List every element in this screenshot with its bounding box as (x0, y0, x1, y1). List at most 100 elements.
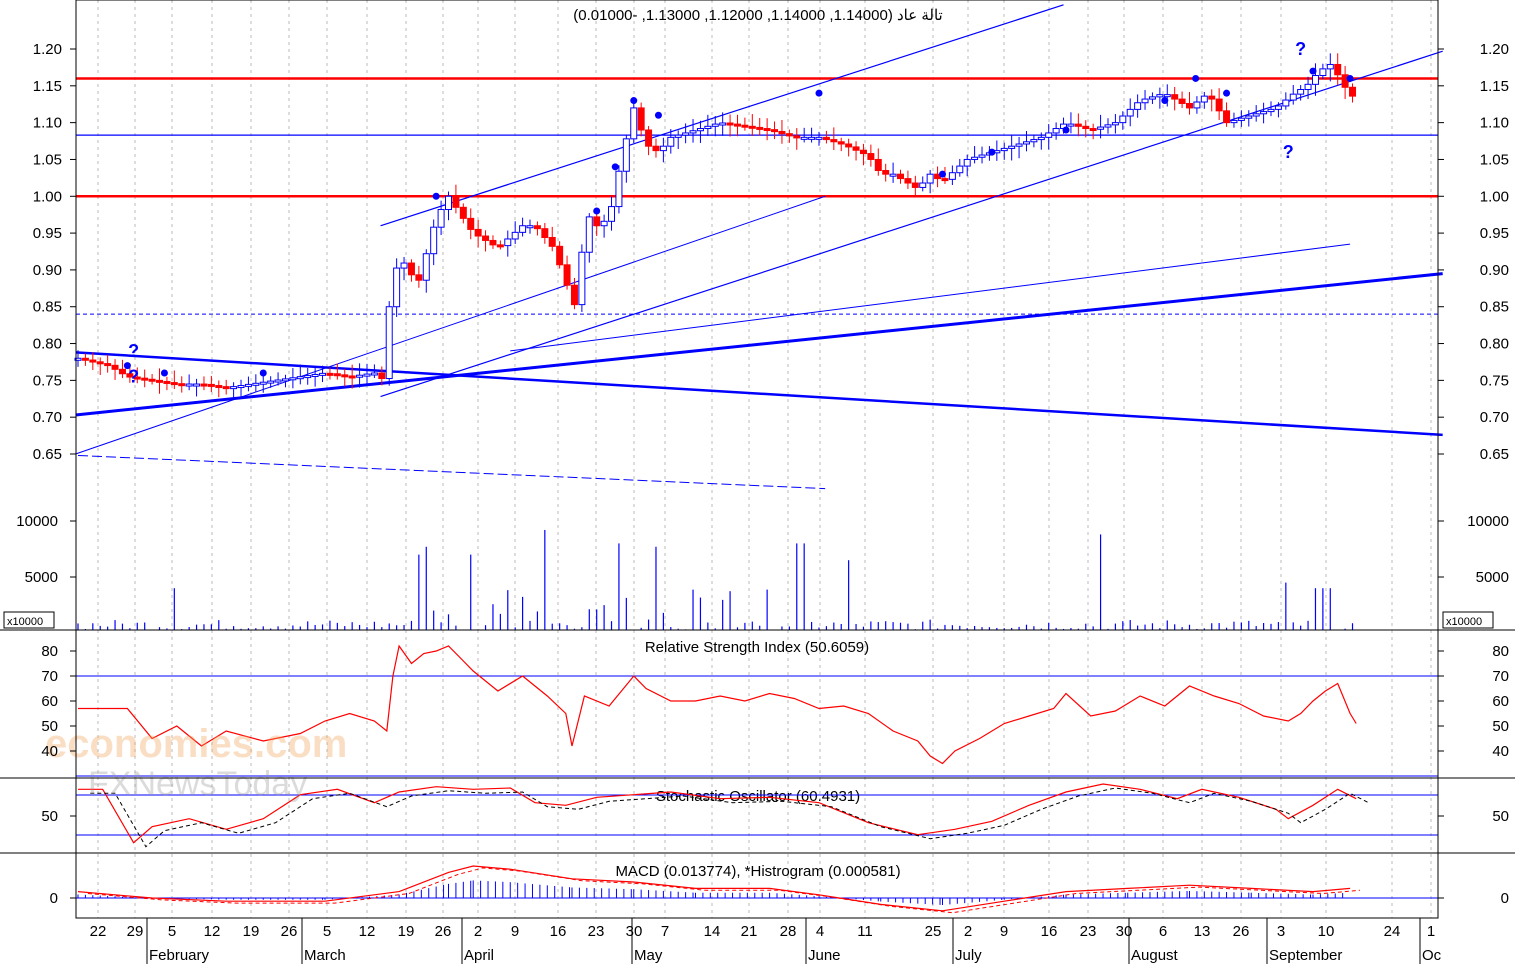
pivot-marker (1062, 126, 1070, 134)
price-candle-body (615, 170, 623, 208)
day-label: 9 (511, 923, 519, 940)
rsi-title: Relative Strength Index (50.6059) (645, 639, 869, 656)
price-candle-body (1237, 117, 1245, 121)
day-label: 14 (704, 923, 721, 940)
pivot-marker (1223, 89, 1231, 97)
price-candle-body (296, 376, 304, 380)
rsi-tick-label-left: 80 (41, 643, 58, 660)
watermark-economies: economies.com (45, 722, 347, 766)
price-candle-body (926, 173, 934, 184)
price-candle-body (1111, 122, 1119, 126)
price-tick-label-right: 1.00 (1480, 188, 1509, 205)
price-candle-body (570, 284, 578, 306)
day-label: 29 (127, 923, 144, 940)
month-label: Oc (1422, 947, 1442, 964)
price-candle-body (704, 125, 712, 130)
price-tick-label-right: 0.70 (1480, 409, 1509, 426)
price-candle-body (170, 382, 178, 386)
price-candle-body (971, 156, 979, 160)
price-candle-body (445, 195, 452, 211)
price-candle-body (363, 373, 371, 377)
month-label: April (464, 947, 494, 964)
price-candle-body (1008, 145, 1016, 149)
price-tick-label-right: 1.15 (1480, 78, 1509, 95)
question-marker: ? (1283, 142, 1294, 162)
rsi-tick-label-left: 70 (41, 668, 58, 685)
price-candle-body (356, 374, 364, 378)
price-candle-body (222, 386, 230, 390)
price-tick-label-left: 1.05 (33, 151, 62, 168)
price-tick-label-left: 0.85 (33, 299, 62, 316)
price-candle-body (941, 178, 949, 182)
price-candle-body (682, 132, 690, 136)
price-candle-body (111, 364, 119, 370)
price-candle-body (407, 262, 415, 276)
price-candle-body (948, 172, 956, 180)
price-candle-body (874, 158, 882, 171)
price-candle-body (326, 372, 334, 376)
price-candle-body (156, 379, 164, 383)
day-label: 23 (588, 923, 605, 940)
price-candle-body (237, 385, 245, 389)
price-candle-body (541, 228, 549, 239)
price-candle-body (771, 129, 779, 133)
price-candle-body (1230, 119, 1238, 124)
price-candle-body (437, 209, 445, 228)
month-label: March (304, 947, 346, 964)
price-candle-body (141, 377, 149, 381)
month-label: August (1131, 947, 1179, 964)
price-candle-body (1186, 102, 1193, 109)
price-candle-body (1141, 98, 1149, 104)
price-candle-body (630, 107, 638, 140)
rsi-tick-label-right: 50 (1492, 718, 1509, 735)
price-candle-body (467, 217, 475, 230)
day-label: 30 (1116, 923, 1133, 940)
month-label: May (634, 947, 663, 964)
price-tick-label-right: 1.05 (1480, 151, 1509, 168)
price-candle-body (385, 306, 393, 380)
day-label: 13 (1194, 923, 1211, 940)
pivot-marker (593, 207, 601, 215)
rsi-tick-label-right: 40 (1492, 743, 1509, 760)
day-label: 6 (1159, 923, 1167, 940)
price-candle-body (1223, 110, 1231, 124)
pivot-marker (654, 111, 662, 119)
price-candle-body (741, 124, 749, 128)
price-candle-body (1045, 132, 1053, 138)
price-candle-body (148, 378, 156, 382)
price-candle-body (163, 380, 171, 384)
price-candle-body (178, 383, 186, 387)
price-candle-body (185, 383, 193, 387)
price-candle-body (1156, 94, 1164, 98)
day-label: 23 (1080, 923, 1097, 940)
day-label: 2 (474, 923, 482, 940)
price-candle-body (556, 245, 564, 266)
price-candle-body (1267, 108, 1275, 113)
day-label: 11 (857, 923, 873, 940)
price-candle-body (815, 136, 823, 140)
price-candle-body (400, 262, 408, 269)
price-candle-body (756, 126, 764, 130)
price-candle-body (1245, 115, 1253, 119)
macd-title: MACD (0.013774), *Histrogram (0.000581) (615, 863, 900, 880)
volume-tick-label-left: 5000 (25, 569, 58, 586)
price-candle-body (1074, 123, 1082, 127)
price-tick-label-right: 0.80 (1480, 336, 1509, 353)
day-label: 26 (1233, 923, 1250, 940)
price-tick-label-left: 0.90 (33, 262, 62, 279)
price-candle-body (859, 149, 867, 155)
price-tick-label-right: 0.75 (1480, 372, 1509, 389)
price-tick-label-left: 0.95 (33, 225, 62, 242)
price-tick-label-right: 1.20 (1480, 41, 1509, 58)
price-candle-body (511, 231, 519, 240)
rsi-tick-label-left: 50 (41, 718, 58, 735)
price-candle-body (578, 251, 586, 306)
month-label: September (1269, 947, 1342, 964)
watermark: economies.com FXNewsToday (45, 722, 347, 803)
pivot-marker (259, 369, 267, 377)
month-label: February (149, 947, 210, 964)
price-candle-body (726, 122, 734, 126)
day-label: 19 (398, 923, 415, 940)
volume-tick-label-right: 10000 (1467, 513, 1509, 530)
price-candle-body (667, 136, 675, 147)
